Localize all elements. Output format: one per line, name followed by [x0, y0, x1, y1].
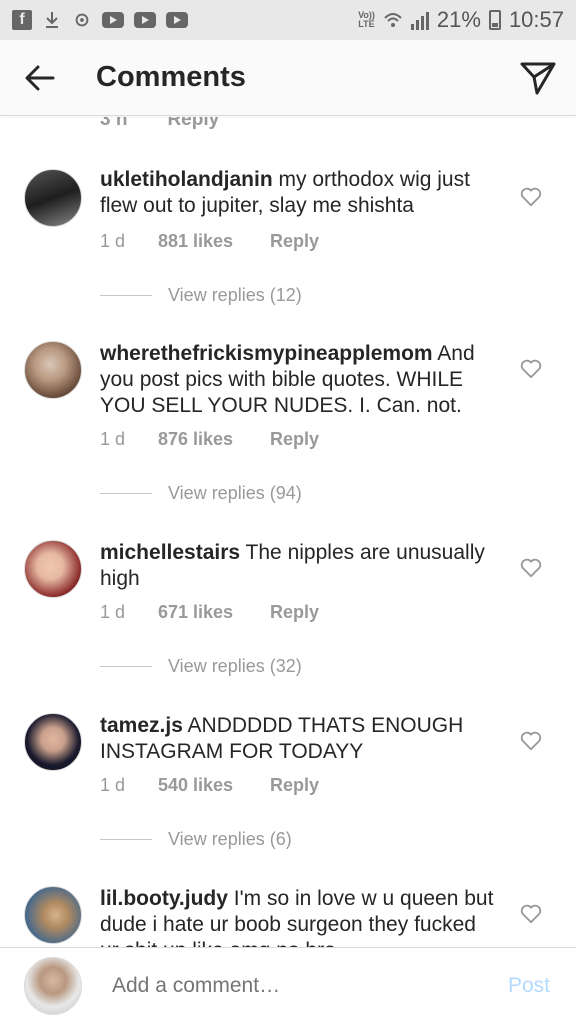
- comment-meta: 1 d 876 likes Reply: [100, 429, 319, 450]
- status-left: f: [12, 10, 188, 30]
- reply-button[interactable]: Reply: [167, 117, 219, 131]
- battery-icon: [488, 10, 501, 30]
- avatar[interactable]: [24, 886, 82, 944]
- comment-time: 3 h: [100, 117, 128, 130]
- lte-indicator: Vo)) LTE: [358, 10, 375, 29]
- comments-list[interactable]: 3 h Reply ukletiholandjanin my orthodox …: [0, 117, 576, 947]
- view-replies-button[interactable]: View replies (12): [100, 285, 302, 306]
- comment-username[interactable]: lil.booty.judy: [100, 887, 228, 910]
- signal-icon: [410, 10, 429, 30]
- likes-count[interactable]: 540 likes: [158, 775, 270, 796]
- avatar[interactable]: [24, 540, 82, 598]
- status-right: Vo)) LTE 21% 10:57: [358, 7, 564, 33]
- view-replies-button[interactable]: View replies (94): [100, 483, 302, 504]
- comment-time: 1 d: [100, 602, 126, 622]
- avatar: [24, 957, 82, 1015]
- back-arrow-icon[interactable]: [20, 58, 60, 98]
- avatar[interactable]: [24, 169, 82, 227]
- comment-input[interactable]: [112, 974, 472, 998]
- wifi-icon: [383, 10, 403, 30]
- heart-icon[interactable]: [520, 187, 542, 207]
- facebook-icon: f: [12, 10, 32, 30]
- heart-icon[interactable]: [520, 558, 542, 578]
- comment-time: 1 d: [100, 231, 126, 251]
- header: Comments: [0, 40, 576, 116]
- comment-time: 1 d: [100, 775, 126, 795]
- youtube-icon: [134, 12, 156, 28]
- reply-button[interactable]: Reply: [270, 602, 319, 623]
- likes-count[interactable]: 881 likes: [158, 231, 270, 252]
- clock: 10:57: [508, 7, 564, 32]
- battery-percent: 21%: [436, 7, 481, 32]
- comment-composer: Post: [0, 947, 576, 1024]
- post-button[interactable]: Post: [508, 974, 550, 998]
- view-replies-button[interactable]: View replies (6): [100, 829, 292, 850]
- comment-username[interactable]: wherethefrickismypineapplemom: [100, 342, 433, 365]
- divider: [100, 493, 152, 494]
- view-replies-label: View replies (32): [168, 656, 302, 676]
- view-replies-label: View replies (6): [168, 829, 292, 849]
- likes-count[interactable]: 671 likes: [158, 602, 270, 623]
- comment-time: 1 d: [100, 429, 126, 449]
- reply-button[interactable]: Reply: [270, 775, 319, 796]
- comment-text: michellestairs The nipples are unusually…: [100, 540, 500, 592]
- youtube-icon: [102, 12, 124, 28]
- sync-icon: [72, 10, 92, 30]
- comment-username[interactable]: tamez.js: [100, 714, 183, 737]
- avatar[interactable]: [24, 341, 82, 399]
- page-title: Comments: [96, 61, 246, 93]
- comment-username[interactable]: michellestairs: [100, 541, 240, 564]
- comment-text: tamez.js ANDDDDD THATS ENOUGH INSTAGRAM …: [100, 713, 500, 765]
- divider: [100, 666, 152, 667]
- avatar[interactable]: [24, 713, 82, 771]
- youtube-icon: [166, 12, 188, 28]
- comment-meta: 1 d 671 likes Reply: [100, 602, 319, 623]
- download-icon: [42, 10, 62, 30]
- reply-button[interactable]: Reply: [270, 429, 319, 450]
- likes-count[interactable]: 876 likes: [158, 429, 270, 450]
- heart-icon[interactable]: [520, 904, 542, 924]
- divider: [100, 839, 152, 840]
- direct-send-icon[interactable]: [518, 58, 558, 98]
- comment-text: ukletiholandjanin my orthodox wig just f…: [100, 167, 500, 219]
- divider: [100, 295, 152, 296]
- heart-icon[interactable]: [520, 731, 542, 751]
- comment-meta: 1 d 540 likes Reply: [100, 775, 319, 796]
- comment-text: wherethefrickismypineapplemom And you po…: [100, 341, 500, 419]
- comment-text: lil.booty.judy I'm so in love w u queen …: [100, 886, 500, 947]
- reply-button[interactable]: Reply: [270, 231, 319, 252]
- comment-username[interactable]: ukletiholandjanin: [100, 168, 273, 191]
- view-replies-label: View replies (94): [168, 483, 302, 503]
- heart-icon[interactable]: [520, 359, 542, 379]
- comment-meta: 1 d 881 likes Reply: [100, 231, 319, 252]
- partial-comment-meta: 3 h Reply: [100, 117, 219, 131]
- status-bar: f Vo)) LTE 21% 10:57: [0, 0, 576, 40]
- view-replies-label: View replies (12): [168, 285, 302, 305]
- view-replies-button[interactable]: View replies (32): [100, 656, 302, 677]
